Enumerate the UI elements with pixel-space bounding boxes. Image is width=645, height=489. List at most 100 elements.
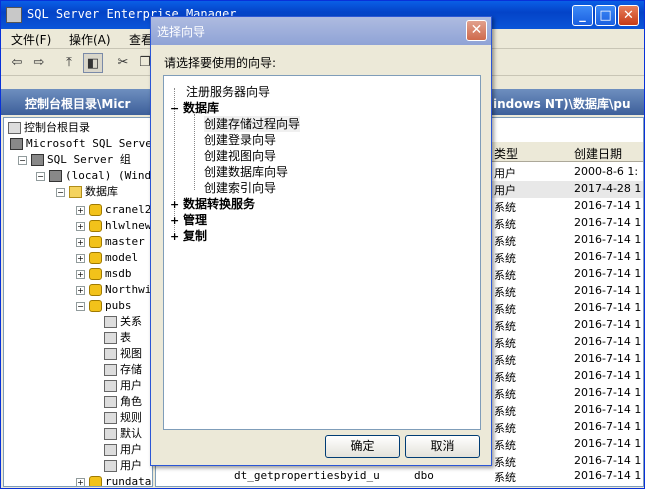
collapse-icon[interactable]: − [76, 301, 85, 311]
wizard-item-label: 数据转换服务 [183, 197, 256, 211]
wizard-item[interactable]: 注册服务器向导 [186, 84, 270, 100]
tree-item[interactable]: + model [76, 250, 138, 266]
row-type: 系统 [494, 422, 516, 435]
cancel-button[interactable]: 取消 [405, 435, 480, 458]
dialog-prompt: 请选择要使用的向导: [164, 56, 277, 70]
minimize-button[interactable]: _ [572, 5, 593, 26]
row-date: 2016-7-14 1 [574, 352, 642, 365]
row-date: 2017-4-28 1 [574, 182, 642, 195]
wizard-item[interactable]: 创建登录向导 [204, 132, 276, 148]
collapse-icon[interactable]: − [36, 171, 45, 181]
dialog-title-bar[interactable]: 选择向导 ✕ [151, 17, 491, 45]
wizard-item[interactable]: 创建索引向导 [204, 180, 276, 196]
expand-icon[interactable]: + [170, 213, 179, 229]
tree-item-label: rundata [105, 475, 152, 487]
expand-icon[interactable]: + [170, 197, 179, 213]
ok-button[interactable]: 确定 [325, 435, 400, 458]
console-tree[interactable]: 控制台根目录 Microsoft SQL Server − SQL Server 组 −… [3, 117, 153, 487]
row-type: 系统 [494, 286, 516, 299]
row-date: 2016-7-14 1 [574, 284, 642, 297]
tree-item[interactable]: 控制台根目录 [8, 120, 90, 136]
maximize-button[interactable]: □ [595, 5, 616, 26]
back-icon[interactable]: ⇦ [7, 53, 27, 73]
expand-icon[interactable]: + [76, 221, 85, 231]
wizard-tree[interactable]: 注册服务器向导 − 数据库 创建存储过程向导 创建登录向导 创建视图向导 创建数据库向导 创建… [163, 75, 481, 430]
tree-item[interactable]: 用户 [104, 442, 142, 458]
tree-toggle-icon[interactable]: ◧ [83, 53, 103, 73]
expand-icon[interactable]: + [170, 229, 179, 245]
expand-icon[interactable]: + [76, 253, 85, 263]
row-date: 2016-7-14 1 [574, 437, 642, 450]
wizard-item-label: 注册服务器向导 [186, 85, 271, 99]
tree-item-label: master [105, 235, 145, 248]
menu-file[interactable]: 文件(F) [11, 31, 51, 48]
dialog-close-button[interactable]: ✕ [466, 20, 487, 41]
diagram-icon [104, 316, 117, 328]
tree-item-label: 用户 [120, 443, 142, 456]
wizard-item[interactable]: − 数据库 [170, 100, 219, 116]
tree-item-label: 视图 [120, 347, 142, 360]
wizard-item[interactable]: + 复制 [170, 228, 207, 244]
row-type: 系统 [494, 252, 516, 265]
tree-item[interactable]: 默认 [104, 426, 142, 442]
row-date: 2016-7-14 1 [574, 233, 642, 246]
tree-item[interactable]: 用户 [104, 458, 142, 474]
tree-item[interactable]: − 数据库 [56, 184, 118, 200]
column-created[interactable]: 创建日期 [574, 145, 622, 162]
wizard-item-label: 创建数据库向导 [204, 165, 289, 179]
path-right: indows NT)\数据库\pu [493, 97, 631, 111]
expand-icon[interactable]: + [76, 237, 85, 247]
row-date: 2016-7-14 1 [574, 250, 642, 263]
tree-item[interactable]: + hlwlnew [76, 218, 151, 234]
collapse-icon[interactable]: − [18, 155, 27, 165]
rule-icon [104, 412, 117, 424]
tree-item[interactable]: 角色 [104, 394, 142, 410]
tree-item[interactable]: 表 [104, 330, 131, 346]
tree-item[interactable]: + Northwi [76, 282, 151, 298]
wizard-item[interactable]: 创建视图向导 [204, 148, 276, 164]
tree-item[interactable]: Microsoft SQL Server [10, 136, 152, 152]
wizard-item[interactable]: 创建存储过程向导 [204, 116, 301, 132]
row-date: 2016-7-14 1 [574, 469, 642, 482]
tree-item[interactable]: 规则 [104, 410, 142, 426]
tree-item[interactable]: − (local) (Wind [36, 168, 151, 184]
tree-item[interactable]: 存储 [104, 362, 142, 378]
tree-item[interactable]: 用户 [104, 378, 142, 394]
forward-icon[interactable]: ⇨ [29, 53, 49, 73]
cut-icon[interactable]: ✂ [113, 53, 133, 73]
wizard-item[interactable]: 创建数据库向导 [204, 164, 288, 180]
dialog-title: 选择向导 [157, 25, 206, 39]
view-icon [104, 348, 117, 360]
expand-icon[interactable]: + [76, 269, 85, 279]
tree-item-label: 角色 [120, 395, 142, 408]
tree-item[interactable]: + rundata [76, 474, 152, 487]
collapse-icon[interactable]: − [56, 187, 65, 197]
database-icon [89, 236, 102, 248]
wizard-item[interactable]: + 管理 [170, 212, 207, 228]
tree-item-label: 用户 [120, 379, 142, 392]
expand-icon[interactable]: + [76, 205, 85, 215]
row-date: 2016-7-14 1 [574, 454, 642, 467]
column-type[interactable]: 类型 [494, 145, 518, 162]
expand-icon[interactable]: + [76, 285, 85, 295]
row-type: 系统 [494, 388, 516, 401]
tree-item[interactable]: − pubs [76, 298, 132, 314]
collapse-icon[interactable]: − [170, 101, 179, 117]
menu-action[interactable]: 操作(A) [69, 31, 111, 48]
row-date: 2016-7-14 1 [574, 267, 642, 280]
expand-icon[interactable]: + [76, 477, 85, 486]
tree-item[interactable]: + master [76, 234, 145, 250]
row-type: 系统 [494, 235, 516, 248]
wizard-item[interactable]: + 数据转换服务 [170, 196, 255, 212]
tree-item-label: 用户 [120, 459, 142, 472]
tree-item-label: cranel2 [105, 203, 152, 216]
row-type: 系统 [494, 303, 516, 316]
close-button[interactable]: ✕ [618, 5, 639, 26]
up-folder-icon[interactable]: ⤒ [59, 53, 79, 73]
tree-item[interactable]: + msdb [76, 266, 132, 282]
tree-item[interactable]: 关系 [104, 314, 142, 330]
tree-item[interactable]: + cranel2 [76, 202, 151, 218]
tree-item[interactable]: − SQL Server 组 [18, 152, 131, 168]
table-row[interactable]: dt_getpropertiesbyid_u dbo 系统 2016-7-14 … [156, 468, 643, 485]
tree-item[interactable]: 视图 [104, 346, 142, 362]
